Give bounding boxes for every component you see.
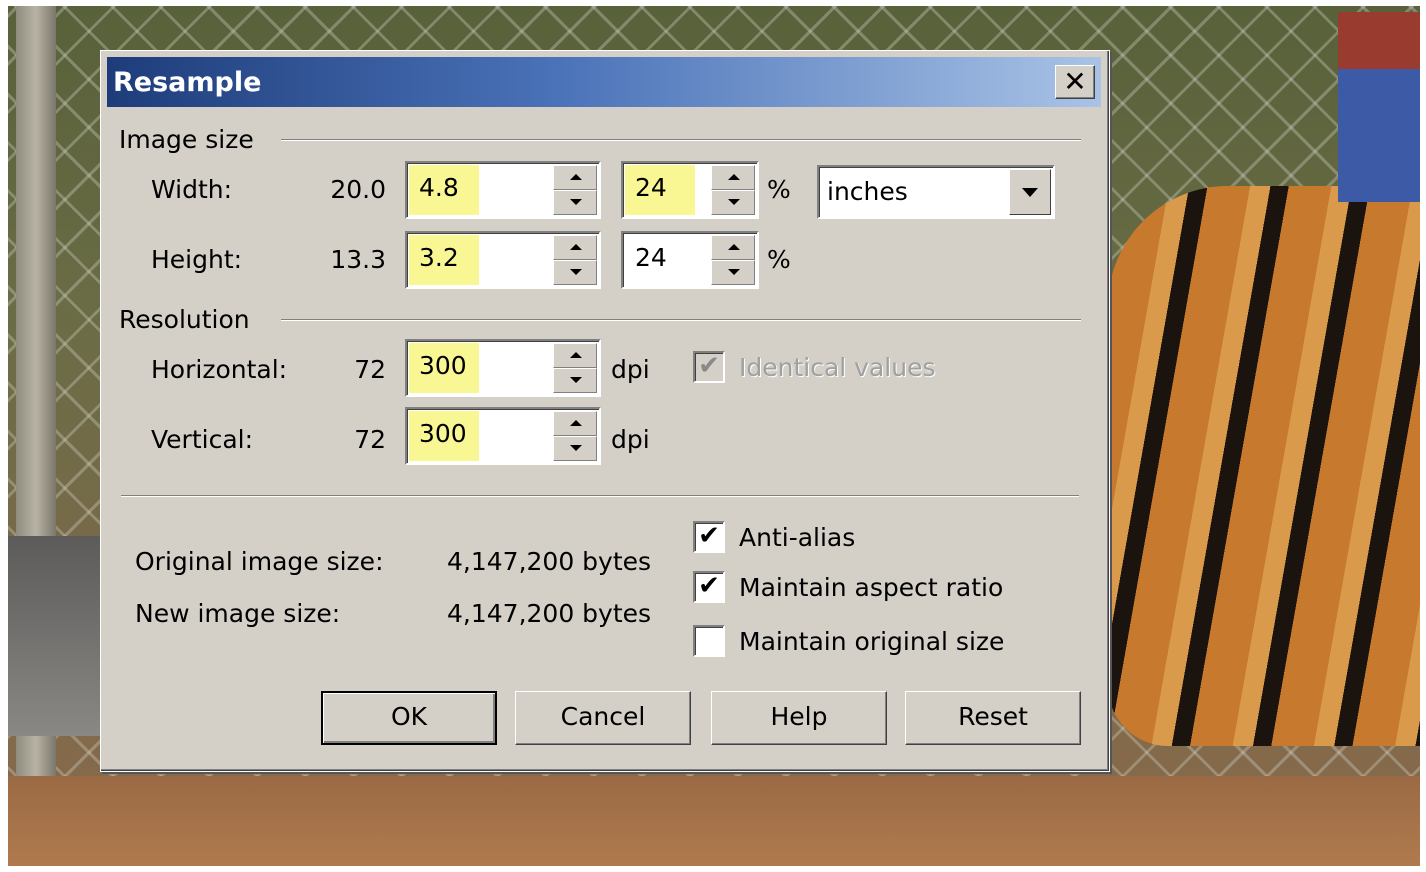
title-bar[interactable]: Resample ✕ xyxy=(107,57,1101,107)
reset-button[interactable]: Reset xyxy=(905,691,1081,745)
width-decrement-button[interactable] xyxy=(553,190,597,215)
vertical-original-value: 72 xyxy=(354,425,386,454)
arrow-up-icon xyxy=(728,244,740,250)
ground xyxy=(8,776,1420,866)
arrow-up-icon xyxy=(728,174,740,180)
horizontal-label: Horizontal: xyxy=(151,355,288,384)
original-size-value: 4,147,200 bytes xyxy=(447,547,652,576)
horizontal-original-value: 72 xyxy=(354,355,386,384)
chevron-down-icon xyxy=(1022,188,1038,197)
width-percent-spinner xyxy=(711,165,755,215)
width-percent-spinbox[interactable]: 24 xyxy=(621,161,759,219)
identical-values-checkbox[interactable]: ✔ xyxy=(693,351,725,383)
vertical-input[interactable]: 300 xyxy=(419,419,467,448)
person xyxy=(1338,12,1420,202)
arrow-up-icon xyxy=(570,420,582,426)
height-spinbox[interactable]: 3.2 xyxy=(405,231,601,289)
height-input[interactable]: 3.2 xyxy=(419,243,459,272)
horizontal-increment-button[interactable] xyxy=(553,343,597,368)
units-selected: inches xyxy=(827,177,908,206)
vertical-unit: dpi xyxy=(611,425,650,454)
vertical-decrement-button[interactable] xyxy=(553,436,597,461)
horizontal-spinner xyxy=(553,343,597,393)
section-separator xyxy=(121,495,1079,497)
image-size-divider xyxy=(281,139,1081,141)
resample-dialog: Resample ✕ Image size Width: 20.0 4.8 24… xyxy=(100,50,1110,772)
width-label: Width: xyxy=(151,175,233,204)
original-size-label: Original image size: xyxy=(135,547,384,576)
arrow-down-icon xyxy=(728,269,740,275)
width-spinner xyxy=(553,165,597,215)
identical-values-label: Identical values xyxy=(739,353,936,382)
arrow-up-icon xyxy=(570,174,582,180)
height-percent-decrement-button[interactable] xyxy=(711,260,755,285)
help-button[interactable]: Help xyxy=(711,691,887,745)
resolution-divider xyxy=(281,319,1081,321)
anti-alias-checkbox[interactable]: ✔ xyxy=(693,521,725,553)
new-size-value: 4,147,200 bytes xyxy=(447,599,652,628)
vertical-increment-button[interactable] xyxy=(553,411,597,436)
checkmark-icon: ✔ xyxy=(698,351,720,381)
ok-button[interactable]: OK xyxy=(321,691,497,745)
height-percent-increment-button[interactable] xyxy=(711,235,755,260)
horizontal-spinbox[interactable]: 300 xyxy=(405,339,601,397)
units-dropdown-button[interactable] xyxy=(1009,169,1051,215)
arrow-up-icon xyxy=(570,244,582,250)
cancel-button[interactable]: Cancel xyxy=(515,691,691,745)
arrow-down-icon xyxy=(570,269,582,275)
dialog-title: Resample xyxy=(113,67,262,98)
anti-alias-label: Anti-alias xyxy=(739,523,856,552)
width-spinbox[interactable]: 4.8 xyxy=(405,161,601,219)
height-spinner xyxy=(553,235,597,285)
image-size-group-label: Image size xyxy=(119,125,264,154)
arrow-down-icon xyxy=(570,377,582,383)
maintain-aspect-ratio-checkbox[interactable]: ✔ xyxy=(693,571,725,603)
close-icon: ✕ xyxy=(1063,65,1087,98)
height-percent-input[interactable]: 24 xyxy=(635,243,667,272)
fence-post xyxy=(16,6,56,866)
horizontal-unit: dpi xyxy=(611,355,650,384)
metal-box xyxy=(8,536,104,736)
width-increment-button[interactable] xyxy=(553,165,597,190)
close-button[interactable]: ✕ xyxy=(1055,65,1095,99)
width-percent-unit: % xyxy=(767,175,791,204)
width-percent-decrement-button[interactable] xyxy=(711,190,755,215)
maintain-original-size-checkbox[interactable] xyxy=(693,625,725,657)
horizontal-decrement-button[interactable] xyxy=(553,368,597,393)
horizontal-input[interactable]: 300 xyxy=(419,351,467,380)
height-percent-unit: % xyxy=(767,245,791,274)
arrow-down-icon xyxy=(570,445,582,451)
height-percent-spinbox[interactable]: 24 xyxy=(621,231,759,289)
resolution-group-label: Resolution xyxy=(119,305,260,334)
width-percent-increment-button[interactable] xyxy=(711,165,755,190)
height-increment-button[interactable] xyxy=(553,235,597,260)
tiger xyxy=(1108,186,1420,746)
arrow-down-icon xyxy=(728,199,740,205)
checkmark-icon: ✔ xyxy=(698,521,720,551)
width-input[interactable]: 4.8 xyxy=(419,173,459,202)
height-decrement-button[interactable] xyxy=(553,260,597,285)
height-original-value: 13.3 xyxy=(330,245,386,274)
vertical-spinner xyxy=(553,411,597,461)
arrow-down-icon xyxy=(570,199,582,205)
units-dropdown[interactable]: inches xyxy=(817,165,1055,219)
new-size-label: New image size: xyxy=(135,599,341,628)
arrow-up-icon xyxy=(570,352,582,358)
width-original-value: 20.0 xyxy=(330,175,386,204)
maintain-aspect-ratio-label: Maintain aspect ratio xyxy=(739,573,1004,602)
maintain-original-size-label: Maintain original size xyxy=(739,627,1005,656)
width-percent-input[interactable]: 24 xyxy=(635,173,667,202)
vertical-spinbox[interactable]: 300 xyxy=(405,407,601,465)
height-percent-spinner xyxy=(711,235,755,285)
height-label: Height: xyxy=(151,245,243,274)
vertical-label: Vertical: xyxy=(151,425,254,454)
checkmark-icon: ✔ xyxy=(698,571,720,601)
